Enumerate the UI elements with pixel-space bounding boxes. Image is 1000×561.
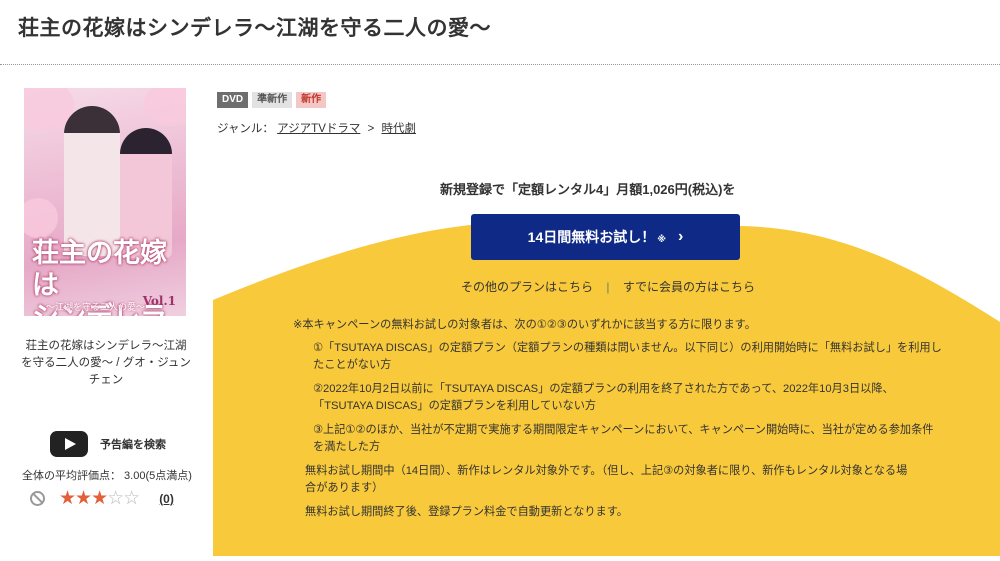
format-tags: DVD 準新作 新作: [217, 92, 327, 108]
page-title: 荘主の花嫁はシンデレラ〜江湖を守る二人の愛〜: [18, 17, 491, 40]
member-login-link[interactable]: すでに会員の方はこちら: [623, 280, 755, 294]
genre-separator: >: [367, 123, 375, 135]
tag-new: 新作: [296, 92, 327, 108]
tag-semi-new: 準新作: [252, 92, 293, 108]
campaign-notes: ※本キャンペーンの無料お試しの対象者は、次の①②③のいずれかに該当する方に限りま…: [293, 317, 993, 528]
notes-paragraph-1: 無料お試し期間中（14日間）、新作はレンタル対象外です。（但し、上記③の対象者に…: [305, 465, 908, 494]
trailer-label: 予告編を検索: [100, 439, 166, 451]
trailer-search-button[interactable]: 予告編を検索: [50, 431, 166, 457]
free-trial-label: 14日間無料お試し！: [527, 229, 656, 245]
cover-image[interactable]: 荘主の花嫁は シンデレラ 〜江湖を守る二人の愛〜 Vol.1: [24, 88, 186, 316]
cover-logo-line1: 荘主の花嫁は: [32, 238, 167, 301]
cover-logo-subtitle: 〜江湖を守る二人の愛〜: [46, 303, 146, 313]
average-rating: 全体の平均評価点： 3.00(5点満点): [22, 470, 192, 482]
play-icon: [50, 431, 88, 457]
notes-lead: ※本キャンペーンの無料お試しの対象者は、次の①②③のいずれかに該当する方に限りま…: [293, 319, 756, 331]
cover-caption: 荘主の花嫁はシンデレラ〜江湖を守る二人の愛〜 / グオ・ジュンチェン: [21, 340, 191, 386]
notes-item-2: ②2022年10月2日以前に「TSUTAYA DISCAS」の定額プランの利用を…: [313, 383, 894, 412]
genre-link-period-drama[interactable]: 時代劇: [382, 123, 417, 135]
offer-text: 新規登録で「定額レンタル4」月額1,026円(税込)を: [440, 182, 736, 197]
notes-item-1: ①「TSUTAYA DISCAS」の定額プラン（定額プランの種類は問いません。以…: [313, 342, 942, 371]
genre-link-asian-tv-drama[interactable]: アジアTVドラマ: [277, 123, 360, 135]
cover-figure-male: [64, 106, 120, 256]
cover-volume: Vol.1: [142, 294, 176, 308]
title-divider: [0, 64, 1000, 65]
rating-stars: ★★★☆☆: [59, 488, 140, 509]
rating-row: ★★★☆☆ (0): [30, 489, 174, 508]
free-trial-button[interactable]: 14日間無料お試し！ ※ ›: [471, 214, 740, 260]
notes-item-3: ③上記①②のほか、当社が不定期で実施する期間限定キャンペーンにおいて、キャンペー…: [313, 424, 934, 453]
tag-dvd: DVD: [217, 92, 249, 108]
free-trial-note-mark: ※: [657, 233, 666, 244]
other-plans-link[interactable]: その他のプランはこちら: [461, 280, 593, 294]
empty-stars: ☆☆: [107, 488, 140, 509]
genre-label: ジャンル：: [217, 123, 274, 135]
notes-paragraph-2: 無料お試し期間終了後、登録プラン料金で自動更新となります。: [305, 506, 628, 518]
plan-links: その他のプランはこちら | すでに会員の方はこちら: [461, 278, 755, 295]
chevron-right-icon: ›: [678, 228, 684, 245]
blossom-decoration: [24, 198, 58, 238]
review-count-link[interactable]: (0): [159, 492, 174, 506]
plan-links-divider: |: [606, 280, 610, 294]
blossom-decoration: [144, 88, 186, 126]
prohibited-icon[interactable]: [30, 491, 45, 506]
genre-breadcrumb: ジャンル： アジアTVドラマ > 時代劇: [217, 120, 416, 136]
filled-stars: ★★★: [59, 488, 108, 509]
